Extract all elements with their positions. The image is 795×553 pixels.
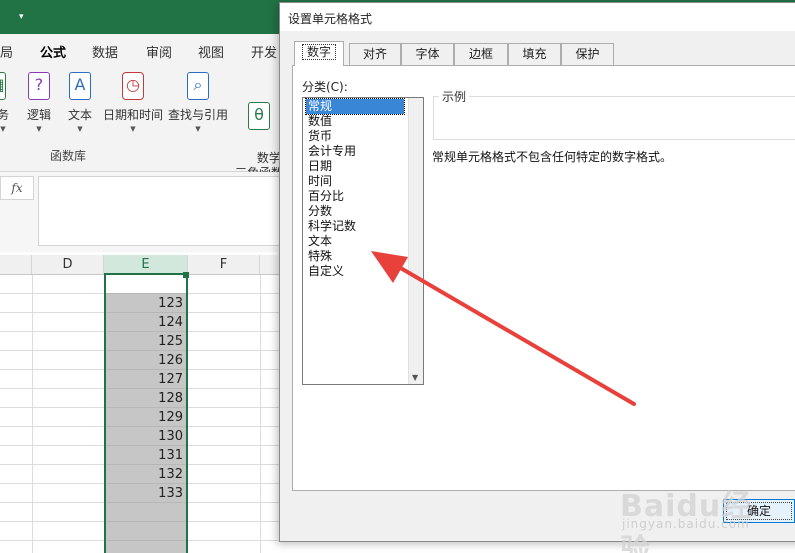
category-percentage[interactable]: 百分比 (306, 189, 346, 204)
cell-e[interactable]: 124 (123, 313, 183, 332)
lookup-reference-button[interactable]: ⌕ 查找与引用 ▼ (167, 72, 229, 133)
cell-e[interactable]: 132 (123, 465, 183, 484)
tab-number-label: 数字 (301, 44, 336, 60)
text-button[interactable]: A 文本 ▼ (64, 72, 96, 133)
category-custom[interactable]: 自定义 (306, 264, 346, 279)
financial-button-label: 务 (0, 108, 9, 122)
gridline (260, 275, 261, 553)
insert-function-button[interactable]: fx (0, 176, 34, 200)
cell-e[interactable]: 127 (123, 370, 183, 389)
tab-number[interactable]: 数字 (294, 41, 344, 66)
logic-question-icon: ? (28, 72, 50, 100)
selected-column-e[interactable]: 123 124 125 126 127 128 129 130 131 132 … (104, 275, 188, 553)
category-special[interactable]: 特殊 (306, 249, 334, 264)
logical-button[interactable]: ? 逻辑 ▼ (22, 72, 56, 133)
cell-e[interactable]: 131 (123, 446, 183, 465)
column-header-e[interactable]: E (104, 255, 188, 275)
sample-box (433, 96, 795, 140)
tab-protection[interactable]: 保护 (561, 43, 614, 65)
cell-e[interactable]: 126 (123, 351, 183, 370)
lookup-reference-button-label: 查找与引用 (167, 108, 228, 122)
theta-icon: θ (248, 102, 270, 130)
column-header-d[interactable]: D (32, 255, 104, 275)
tab-alignment[interactable]: 对齐 (349, 43, 401, 65)
tab-review[interactable]: 审阅 (146, 42, 172, 61)
tab-view[interactable]: 视图 (198, 42, 224, 61)
category-accounting[interactable]: 会计专用 (306, 144, 358, 159)
clock-icon: ◷ (122, 72, 144, 100)
logical-button-label: 逻辑 (26, 108, 51, 122)
tab-font[interactable]: 字体 (401, 43, 454, 65)
chevron-down-icon: ▼ (77, 125, 83, 133)
category-date[interactable]: 日期 (306, 159, 334, 174)
category-scientific[interactable]: 科学记数 (306, 219, 358, 234)
date-time-button[interactable]: ◷ 日期和时间 ▼ (101, 72, 165, 133)
financial-button[interactable]: ▦ 务 ▼ (0, 72, 18, 133)
chevron-down-icon: ▼ (195, 125, 201, 133)
category-number[interactable]: 数值 (306, 114, 334, 129)
chevron-down-icon: ▼ (36, 125, 42, 133)
screen: ▾ 局 公式 数据 审阅 视图 开发 ▦ 务 ▼ ? 逻辑 ▼ A 文本 ▼ ◷… (0, 0, 795, 553)
column-header-g[interactable] (260, 255, 280, 275)
category-fraction[interactable]: 分数 (306, 204, 334, 219)
category-scrollbar[interactable]: ▼ (408, 98, 423, 384)
format-description: 常规单元格格式不包含任何特定的数字格式。 (432, 150, 673, 164)
text-a-icon: A (69, 72, 91, 100)
sample-label: 示例 (439, 88, 470, 105)
tab-page-layout[interactable]: 局 (0, 42, 13, 61)
column-header-f[interactable]: F (188, 255, 260, 275)
tab-data[interactable]: 数据 (92, 42, 118, 61)
format-cells-dialog: 设置单元格格式 数字 对齐 字体 边框 填充 保护 分类(C): 常规 数值 货… (279, 2, 795, 542)
cell-e[interactable]: 133 (123, 484, 183, 503)
cell-e[interactable]: 128 (123, 389, 183, 408)
category-general[interactable]: 常规 (305, 98, 405, 115)
tab-developer[interactable]: 开发 (251, 42, 277, 61)
date-time-button-label: 日期和时间 (102, 108, 163, 122)
number-tab-panel: 分类(C): 常规 数值 货币 会计专用 日期 时间 百分比 分数 科学记数 文… (292, 65, 795, 491)
quick-access-dropdown-icon[interactable]: ▾ (19, 12, 24, 22)
scroll-down-arrow-icon[interactable]: ▼ (412, 373, 418, 382)
category-label: 分类(C): (302, 80, 348, 94)
cell-e[interactable]: 129 (123, 408, 183, 427)
category-text[interactable]: 文本 (306, 234, 334, 249)
fill-handle[interactable] (183, 272, 189, 278)
calendar-icon: ▦ (0, 72, 6, 100)
text-button-label: 文本 (67, 108, 92, 122)
category-time[interactable]: 时间 (306, 174, 334, 189)
chevron-down-icon: ▼ (0, 125, 6, 133)
dialog-titlebar[interactable]: 设置单元格格式 (280, 3, 795, 31)
ok-button[interactable]: 确定 (723, 499, 795, 523)
gridline (32, 275, 33, 553)
cell-e[interactable]: 125 (123, 332, 183, 351)
cell-e[interactable]: 123 (123, 294, 183, 313)
column-header-blank[interactable] (0, 255, 32, 275)
dialog-title: 设置单元格格式 (288, 12, 373, 26)
category-currency[interactable]: 货币 (306, 129, 334, 144)
cell-e[interactable]: 130 (123, 427, 183, 446)
tab-border[interactable]: 边框 (454, 43, 508, 65)
tab-fill[interactable]: 填充 (508, 43, 561, 65)
function-library-group-label: 函数库 (50, 149, 87, 163)
tab-formulas[interactable]: 公式 (37, 42, 69, 66)
search-icon: ⌕ (187, 72, 209, 100)
category-list[interactable]: 常规 数值 货币 会计专用 日期 时间 百分比 分数 科学记数 文本 特殊 自定… (302, 97, 424, 385)
chevron-down-icon: ▼ (130, 125, 136, 133)
